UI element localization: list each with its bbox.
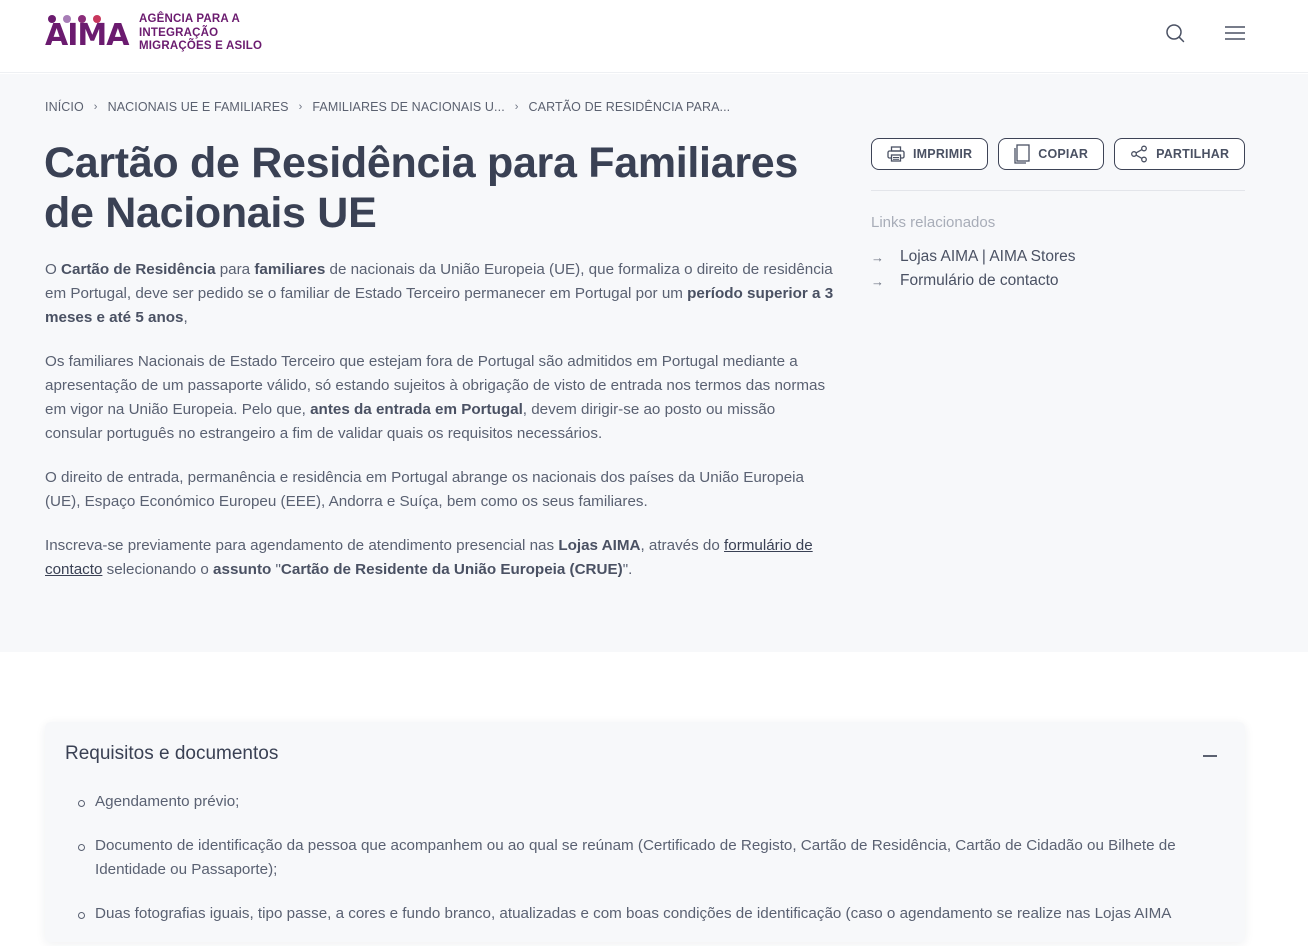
hero-section: INÍCIO › NACIONAIS UE E FAMILIARES › FAM… (0, 74, 1308, 652)
logo-tagline-line: Migrações e Asilo (139, 40, 263, 52)
text: , (183, 309, 188, 326)
accordion-title[interactable]: Requisitos e documentos (65, 743, 278, 765)
list-item: Agendamento prévio; (78, 790, 1230, 814)
list-item: Documento de identificação da pessoa que… (78, 834, 1230, 882)
related-links-list: → Lojas AIMA | AIMA Stores → Formulário … (871, 245, 1075, 293)
breadcrumb-separator: › (514, 101, 519, 113)
related-link-label: Formulário de contacto (900, 272, 1059, 289)
page-title: Cartão de Residência para Familiares de … (44, 139, 798, 237)
paragraph-scheduling: Inscreva-se previamente para agendamento… (45, 534, 835, 582)
text-bold: Lojas AIMA (558, 537, 641, 554)
print-button[interactable]: IMPRIMIR (871, 138, 989, 170)
arrow-right-icon: → (871, 273, 884, 289)
print-label: IMPRIMIR (913, 147, 973, 161)
requirements-accordion: Requisitos e documentos Agendamento prév… (45, 722, 1245, 942)
site-header: AIMA Agência para a Integração Migrações… (0, 0, 1308, 73)
list-item: Duas fotografias iguais, tipo passe, a c… (78, 902, 1230, 926)
share-button[interactable]: PARTILHAR (1114, 138, 1246, 170)
arrow-right-icon: → (871, 249, 884, 265)
text: selecionando o (102, 561, 214, 578)
text: " (271, 561, 281, 578)
paragraph-intro: O Cartão de Residência para familiares d… (45, 258, 835, 330)
logo-tagline-line: Agência para a (139, 13, 240, 25)
page-actions: IMPRIMIR COPIAR PARTILHAR (871, 138, 1246, 170)
aima-logo[interactable]: AIMA Agência para a Integração Migrações… (45, 13, 262, 54)
sidebar-divider (871, 190, 1245, 191)
text: ". (622, 561, 633, 578)
logo-word: AIMA (45, 18, 129, 53)
text: Inscreva-se previamente para agendamento… (45, 537, 559, 554)
related-link-contact-form[interactable]: → Formulário de contacto (871, 269, 1075, 293)
text-bold: Cartão de Residência (61, 261, 216, 278)
text: O (45, 261, 62, 278)
share-label: PARTILHAR (1156, 147, 1230, 161)
text: para (215, 261, 255, 278)
logo-tagline-line: Integração (139, 26, 219, 39)
breadcrumb-item-current: CARTÃO DE RESIDÊNCIA PARA... (528, 100, 731, 114)
share-icon (1131, 145, 1148, 163)
text-bold: antes da entrada em Portugal (310, 401, 523, 418)
paragraph-scope: O direito de entrada, permanência e resi… (45, 469, 805, 510)
search-icon[interactable] (1164, 22, 1186, 44)
copy-icon (1014, 144, 1030, 164)
breadcrumb-item-family[interactable]: FAMILIARES DE NACIONAIS U... (312, 100, 504, 114)
text: , através do (640, 537, 725, 554)
copy-button[interactable]: COPIAR (998, 138, 1105, 170)
breadcrumb-item-home[interactable]: INÍCIO (45, 100, 84, 114)
requirements-list: Agendamento prévio; Documento de identif… (78, 790, 1230, 946)
related-link-label: Lojas AIMA | AIMA Stores (900, 248, 1076, 265)
paragraph-entry: Os familiares Nacionais de Estado Tercei… (45, 350, 835, 446)
page-content: O Cartão de Residência para familiares d… (45, 258, 835, 602)
breadcrumb-separator: › (298, 101, 303, 113)
related-link-aima-stores[interactable]: → Lojas AIMA | AIMA Stores (871, 245, 1075, 269)
breadcrumb-item-eu-nationals[interactable]: NACIONAIS UE E FAMILIARES (108, 100, 289, 114)
breadcrumb-separator: › (93, 101, 98, 113)
logo-mark: AIMA (45, 13, 133, 53)
logo-tagline: Agência para a Integração Migrações e As… (139, 13, 262, 54)
collapse-icon[interactable] (1203, 755, 1217, 757)
menu-icon[interactable] (1224, 22, 1246, 44)
text-bold: familiares (254, 261, 326, 278)
related-links-title: Links relacionados (871, 214, 996, 231)
text-bold: Cartão de Residente da União Europeia (C… (280, 561, 623, 578)
copy-label: COPIAR (1038, 147, 1089, 161)
text-bold: assunto (213, 561, 272, 578)
printer-icon (887, 146, 905, 162)
breadcrumb: INÍCIO › NACIONAIS UE E FAMILIARES › FAM… (45, 100, 730, 114)
